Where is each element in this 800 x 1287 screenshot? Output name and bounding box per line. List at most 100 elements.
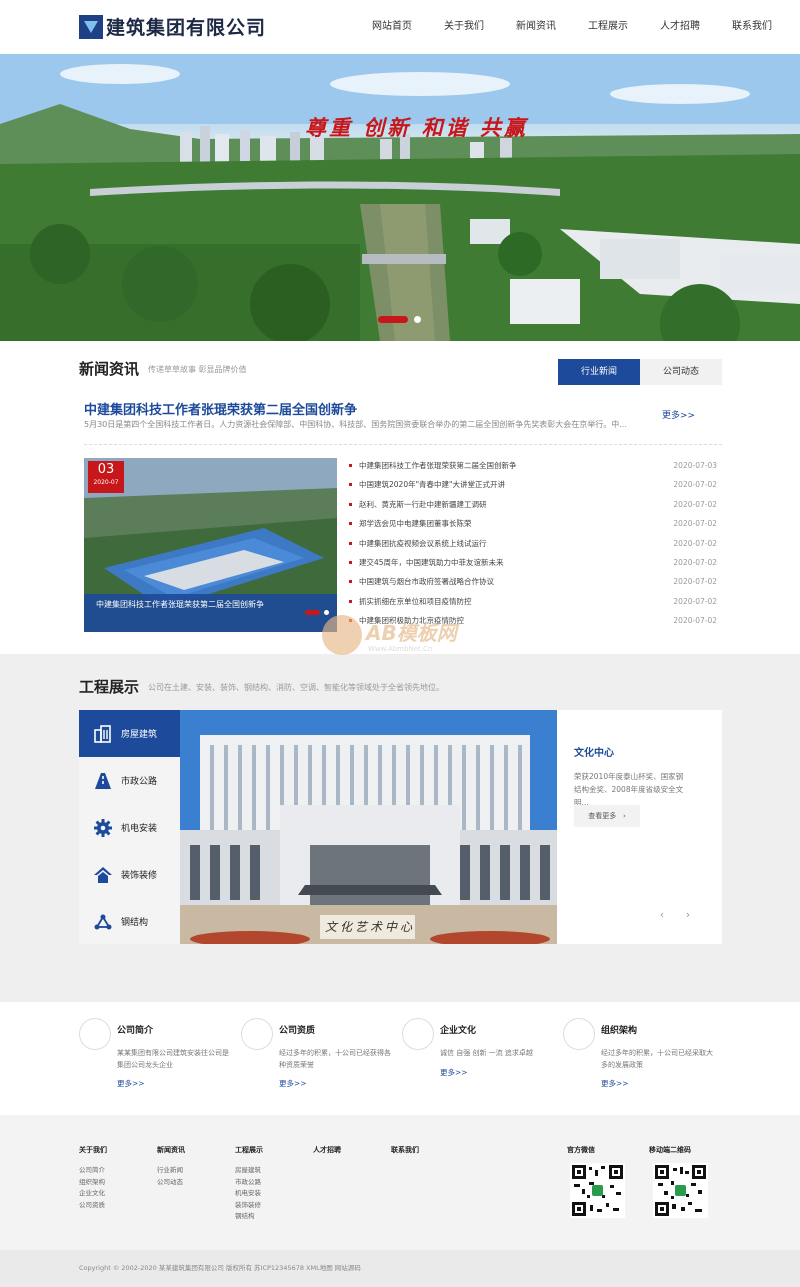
road-icon [95, 772, 111, 789]
bullet-icon [349, 599, 352, 603]
footer-col-title[interactable]: 联系我们 [391, 1145, 419, 1155]
news-item-title: 建交45周年，中国建筑助力中菲友谊新未来 [359, 557, 504, 567]
news-item-title: 中国建筑2020年"青春中建"大讲堂正式开讲 [359, 480, 505, 490]
banner-dot-1[interactable] [378, 316, 408, 323]
footer-link[interactable]: 组织架构 [79, 1177, 107, 1189]
site-header: 建筑集团有限公司 网站首页 关于我们 新闻资讯 工程展示 人才招聘 联系我们 [0, 0, 800, 54]
about-desc: 经过多年的积累，十公司已经采取大多的发展政策 [601, 1049, 713, 1069]
banner-dot-2[interactable] [414, 316, 421, 323]
tab-industry-news[interactable]: 行业新闻 [558, 359, 640, 385]
footer-col-title[interactable]: 人才招聘 [313, 1145, 341, 1155]
news-date-day: 03 [97, 462, 115, 477]
about-qualification[interactable]: 公司资质 经过多年的积累，十公司已经获得各种资质荣誉 更多>> [241, 1018, 401, 1098]
main-nav: 网站首页 关于我们 新闻资讯 工程展示 人才招聘 联系我们 [356, 0, 788, 54]
news-item-title: 中国建筑与烟台市政府签署战略合作协议 [359, 577, 494, 587]
nav-contact[interactable]: 联系我们 [716, 0, 788, 54]
bullet-icon [349, 502, 352, 506]
about-structure[interactable]: 组织架构 经过多年的积累，十公司已经采取大多的发展政策 更多>> [563, 1018, 723, 1098]
about-desc: 某某集团有限公司建筑安装往公司是集团公司龙头企业 [117, 1049, 229, 1069]
nav-about[interactable]: 关于我们 [428, 0, 500, 54]
tab-company-news[interactable]: 公司动态 [640, 359, 722, 385]
news-date-badge: 03 2020-07 [88, 461, 124, 493]
news-list-item[interactable]: 建交45周年，中国建筑助力中菲友谊新未来 2020-07-02 [349, 553, 722, 572]
news-image-dot-1[interactable] [305, 610, 320, 615]
footer-col-title: 工程展示 [235, 1146, 263, 1154]
about-desc: 诚信 自强 创新 一流 追求卓越 [440, 1049, 533, 1057]
house-icon [94, 866, 112, 883]
footer-link[interactable]: 钢结构 [235, 1211, 263, 1223]
news-list-item[interactable]: 郑学选会见中电建集团董事长陈荣 2020-07-02 [349, 514, 722, 533]
project-photo[interactable]: 文化艺术中心 [180, 710, 557, 944]
news-item-date: 2020-07-02 [673, 538, 717, 548]
category-label: 市政公路 [121, 777, 158, 787]
structure-icon [94, 914, 112, 929]
logo[interactable]: 建筑集团有限公司 [79, 13, 266, 40]
about-title: 公司简介 [117, 1026, 154, 1036]
project-title: 文化中心 [574, 748, 614, 759]
projects-section-subtitle: 公司在土建、安装、装饰、钢结构、消防、空调、智能化等领域处于全省领先地位。 [148, 683, 444, 692]
about-more-link[interactable]: 更多>> [601, 1078, 629, 1089]
qr-code-icon [655, 1165, 706, 1216]
watermark: AB模板网 Www.AbmbNet.Cn [322, 615, 482, 670]
bullet-icon [349, 580, 352, 584]
news-headline[interactable]: 中建集团科技工作者张琨荣获第二届全国创新争 [84, 399, 357, 418]
footer-link[interactable]: 公司资质 [79, 1200, 107, 1212]
wechat-qr-code [570, 1163, 625, 1218]
footer-link[interactable]: 企业文化 [79, 1188, 107, 1200]
nav-careers[interactable]: 人才招聘 [644, 0, 716, 54]
footer-link[interactable]: 市政公路 [235, 1177, 263, 1189]
footer-col-title: 关于我们 [79, 1146, 107, 1154]
watermark-text: AB模板网 [366, 621, 457, 645]
news-list-item[interactable]: 中建集团抗疫视频会议系统上线试运行 2020-07-02 [349, 534, 722, 553]
footer-link[interactable]: 装饰装修 [235, 1200, 263, 1212]
news-item-date: 2020-07-03 [673, 461, 717, 470]
news-list-item[interactable]: 赵利、黄克斯一行赴中建新疆建工调研 2020-07-02 [349, 495, 722, 514]
news-divider [84, 444, 722, 445]
category-label: 钢结构 [121, 918, 149, 928]
hero-banner[interactable]: 尊重 创新 和谐 共赢 [0, 54, 800, 341]
news-list-item[interactable]: 抓实抓细在京单位和项目疫情防控 2020-07-02 [349, 592, 722, 611]
about-culture[interactable]: 企业文化 诚信 自强 创新 一流 追求卓越 更多>> [402, 1018, 562, 1098]
category-steel[interactable]: 钢结构 [79, 898, 180, 945]
project-more-button[interactable]: 查看更多 › [574, 805, 640, 827]
footer-col-contact: 联系我们 [391, 1145, 419, 1165]
category-decoration[interactable]: 装饰装修 [79, 851, 180, 898]
category-mep[interactable]: 机电安装 [79, 804, 180, 851]
footer-link[interactable]: 公司动态 [157, 1177, 185, 1189]
nav-news[interactable]: 新闻资讯 [500, 0, 572, 54]
news-list-item[interactable]: 中国建筑2020年"青春中建"大讲堂正式开讲 2020-07-02 [349, 475, 722, 494]
building-icon [94, 724, 111, 743]
about-title: 企业文化 [440, 1026, 477, 1036]
mobile-qr-code [653, 1163, 708, 1218]
nav-projects[interactable]: 工程展示 [572, 0, 644, 54]
category-building[interactable]: 房屋建筑 [79, 710, 180, 757]
footer-link[interactable]: 机电安装 [235, 1188, 263, 1200]
category-label: 装饰装修 [121, 871, 158, 881]
about-company-intro[interactable]: 公司简介 某某集团有限公司建筑安装往公司是集团公司龙头企业 更多>> [79, 1018, 239, 1098]
footer-link[interactable]: 公司简介 [79, 1165, 107, 1177]
bullet-icon [349, 541, 352, 545]
nav-home[interactable]: 网站首页 [356, 0, 428, 54]
watermark-sub: Www.AbmbNet.Cn [368, 645, 433, 653]
footer-link[interactable]: 行业新闻 [157, 1165, 185, 1177]
category-road[interactable]: 市政公路 [79, 757, 180, 804]
project-more-label: 查看更多 [588, 812, 617, 820]
news-item-title: 中建集团抗疫视频会议系统上线试运行 [359, 538, 487, 548]
about-desc: 经过多年的积累，十公司已经获得各种资质荣誉 [279, 1049, 391, 1069]
footer-link[interactable]: 房屋建筑 [235, 1165, 263, 1177]
certificate-icon [241, 1018, 273, 1050]
about-title: 组织架构 [601, 1026, 638, 1036]
about-more-link[interactable]: 更多>> [440, 1067, 468, 1078]
intro-icon [79, 1018, 111, 1050]
news-item-date: 2020-07-02 [673, 480, 717, 490]
qr-code-icon [572, 1165, 623, 1216]
about-more-link[interactable]: 更多>> [279, 1078, 307, 1089]
prev-arrow-icon[interactable]: ‹ [652, 906, 672, 926]
news-more-link[interactable]: 更多>> [662, 408, 695, 421]
news-featured-caption[interactable]: 中建集团科技工作者张琨荣获第二届全国创新争 [84, 594, 337, 632]
banner-slogan: 尊重 创新 和谐 共赢 [305, 115, 528, 140]
about-more-link[interactable]: 更多>> [117, 1078, 145, 1089]
news-list-item[interactable]: 中国建筑与烟台市政府签署战略合作协议 2020-07-02 [349, 572, 722, 591]
news-list-item[interactable]: 中建集团科技工作者张琨荣获第二届全国创新争 2020-07-03 [349, 456, 722, 475]
next-arrow-icon[interactable]: › [678, 906, 698, 926]
